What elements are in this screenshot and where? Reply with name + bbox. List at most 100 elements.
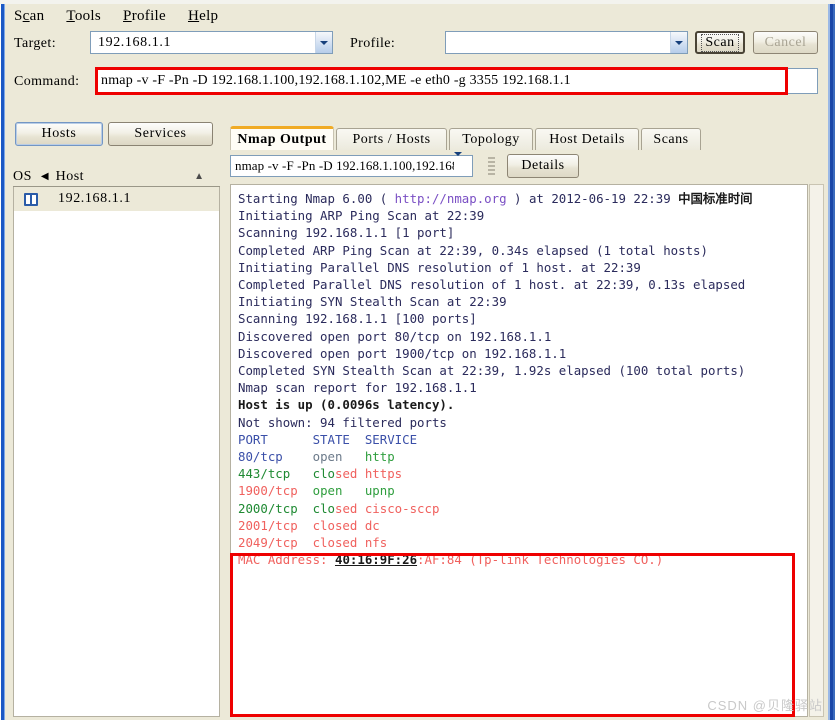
output-segment: Discovered open port 80/tcp on 192.168.1… — [238, 328, 552, 344]
menu-item-help[interactable]: Help — [188, 8, 218, 25]
output-line: 443/tcp closed https — [238, 465, 803, 482]
command-value: nmap -v -F -Pn -D 192.168.1.100,192.168.… — [101, 73, 571, 88]
column-collapse-icon[interactable]: ◀ — [41, 171, 49, 182]
output-command-selector[interactable]: nmap -v -F -Pn -D 192.168.1.100,192.168.… — [230, 152, 473, 177]
tab-host-details-label: Host Details — [549, 131, 625, 147]
sort-ascending-icon[interactable]: ▲ — [194, 171, 204, 182]
output-line: Starting Nmap 6.00 ( http://nmap.org ) a… — [238, 190, 803, 207]
output-segment: 2000/tcp — [238, 500, 313, 516]
output-segment: Not shown: 94 filtered ports — [238, 414, 447, 430]
menu-item-tools[interactable]: Tools — [66, 8, 101, 25]
tab-nmap-output[interactable]: Nmap Output — [230, 126, 334, 150]
output-vertical-scrollbar[interactable] — [809, 184, 824, 717]
menu-item-scan[interactable]: Scan — [14, 8, 44, 25]
nmap-output-text[interactable]: Starting Nmap 6.00 ( http://nmap.org ) a… — [230, 184, 808, 717]
target-value: 192.168.1.1 — [98, 34, 172, 50]
output-segment: Completed Parallel DNS resolution of 1 h… — [238, 277, 746, 293]
tab-topology[interactable]: Topology — [449, 128, 533, 150]
host-list-item[interactable]: 192.168.1.1 — [14, 187, 219, 211]
output-segment: 中国标准时间 — [678, 191, 753, 206]
menu-tools-label: Tools — [66, 7, 102, 24]
output-line: MAC Address: 40:16:9F:26:AF:84 (Tp-link … — [238, 551, 803, 568]
hosts-tab-button[interactable]: Hosts — [15, 122, 103, 146]
output-segment: 443/tcp — [238, 466, 313, 482]
host-address: 192.168.1.1 — [58, 191, 132, 206]
tab-host-details[interactable]: Host Details — [535, 128, 639, 150]
menu-item-profile[interactable]: Profile — [123, 8, 166, 25]
tab-ports-hosts-label: Ports / Hosts — [352, 131, 431, 147]
output-line: Nmap scan report for 192.168.1.1 — [238, 379, 803, 396]
output-line: Completed Parallel DNS resolution of 1 h… — [238, 276, 803, 293]
details-button-label: Details — [521, 158, 565, 173]
chevron-down-icon — [454, 152, 462, 173]
tab-nmap-output-label: Nmap Output — [237, 131, 327, 147]
zenmap-window: Scan Tools Profile Help Target: 192.168.… — [0, 0, 835, 720]
profile-dropdown-arrow[interactable] — [670, 32, 687, 53]
output-segment: 40:16:9F:26 — [334, 552, 418, 568]
output-line: Completed ARP Ping Scan at 22:39, 0.34s … — [238, 242, 803, 259]
output-segment: Nmap scan report for 192.168.1.1 — [238, 380, 477, 396]
output-segment: Completed ARP Ping Scan at 22:39, 0.34s … — [238, 242, 708, 258]
output-segment: Scanning 192.168.1.1 [1 port] — [238, 225, 455, 241]
output-line: Completed SYN Stealth Scan at 22:39, 1.9… — [238, 362, 803, 379]
output-segment: sed — [335, 466, 365, 482]
output-command-value: nmap -v -F -Pn -D 192.168.1.100,192.168.… — [235, 158, 454, 173]
output-segment: 2049/tcp closed nfs — [238, 535, 388, 551]
command-input[interactable]: nmap -v -F -Pn -D 192.168.1.100,192.168.… — [95, 68, 818, 94]
windows-os-icon — [24, 192, 38, 206]
output-tab-strip: Nmap Output Ports / Hosts Topology Host … — [230, 126, 828, 150]
output-line: Host is up (0.0096s latency). — [238, 396, 803, 413]
output-segment: Initiating Parallel DNS resolution of 1 … — [238, 259, 641, 275]
output-command-dropdown-arrow[interactable] — [454, 152, 472, 176]
profile-input[interactable] — [445, 31, 688, 54]
target-dropdown-arrow[interactable] — [315, 32, 332, 53]
output-segment: cisco-sccp — [364, 500, 440, 516]
output-segment: ) at 2012-06-19 22:39 — [506, 191, 679, 206]
output-segment: clo — [312, 500, 335, 516]
details-button[interactable]: Details — [507, 154, 579, 178]
output-segment: 80/tcp — [238, 449, 313, 465]
drag-grip-handle[interactable] — [488, 157, 495, 176]
output-segment: sed — [335, 500, 365, 516]
cancel-button: Cancel — [753, 31, 818, 54]
target-input[interactable]: 192.168.1.1 — [90, 31, 333, 54]
output-segment: Discovered open port 1900/tcp on 192.168… — [238, 345, 567, 361]
output-segment: Initiating ARP Ping Scan at 22:39 — [238, 208, 485, 224]
output-line: Not shown: 94 filtered ports — [238, 414, 803, 431]
output-segment: :AF:84 (Tp-link Technologies CO.) — [417, 552, 664, 568]
services-tab-label: Services — [134, 126, 187, 141]
output-segment: upnp — [364, 483, 395, 499]
output-segment: Initiating SYN Stealth Scan at 22:39 — [238, 294, 507, 310]
chevron-down-icon — [675, 40, 683, 45]
column-header-host[interactable]: Host — [56, 169, 84, 185]
output-segment: open — [312, 449, 365, 465]
host-list[interactable]: 192.168.1.1 — [13, 187, 220, 717]
output-line: Initiating SYN Stealth Scan at 22:39 — [238, 293, 803, 310]
window-border-right — [828, 0, 835, 720]
output-segment: 1900/tcp — [238, 483, 313, 499]
tab-scans-label: Scans — [653, 131, 689, 147]
scan-button[interactable]: Scan — [695, 31, 745, 54]
menu-scan-label: Scan — [14, 7, 45, 24]
tab-scans[interactable]: Scans — [641, 128, 701, 150]
menu-profile-label: Profile — [123, 7, 166, 24]
output-segment: clo — [312, 466, 335, 482]
services-tab-button[interactable]: Services — [108, 122, 213, 146]
output-segment: https — [364, 466, 403, 482]
output-segment: MAC Address: — [238, 552, 335, 568]
output-segment: http://nmap.org — [394, 191, 507, 206]
scan-button-label: Scan — [701, 33, 739, 52]
output-line: PORT STATE SERVICE — [238, 431, 803, 448]
chevron-down-icon — [320, 40, 328, 45]
tab-ports-hosts[interactable]: Ports / Hosts — [336, 128, 447, 150]
column-header-os[interactable]: OS — [13, 169, 32, 185]
output-segment: 2001/tcp closed dc — [238, 517, 380, 533]
output-command-bar: nmap -v -F -Pn -D 192.168.1.100,192.168.… — [230, 152, 828, 180]
output-line: Initiating Parallel DNS resolution of 1 … — [238, 259, 803, 276]
output-line: 2000/tcp closed cisco-sccp — [238, 500, 803, 517]
output-segment: Host is up (0.0096s latency). — [238, 397, 455, 413]
menu-bar: Scan Tools Profile Help — [5, 4, 828, 28]
output-line: 80/tcp open http — [238, 448, 803, 465]
menu-help-label: Help — [187, 7, 219, 24]
output-segment: open — [312, 483, 365, 499]
